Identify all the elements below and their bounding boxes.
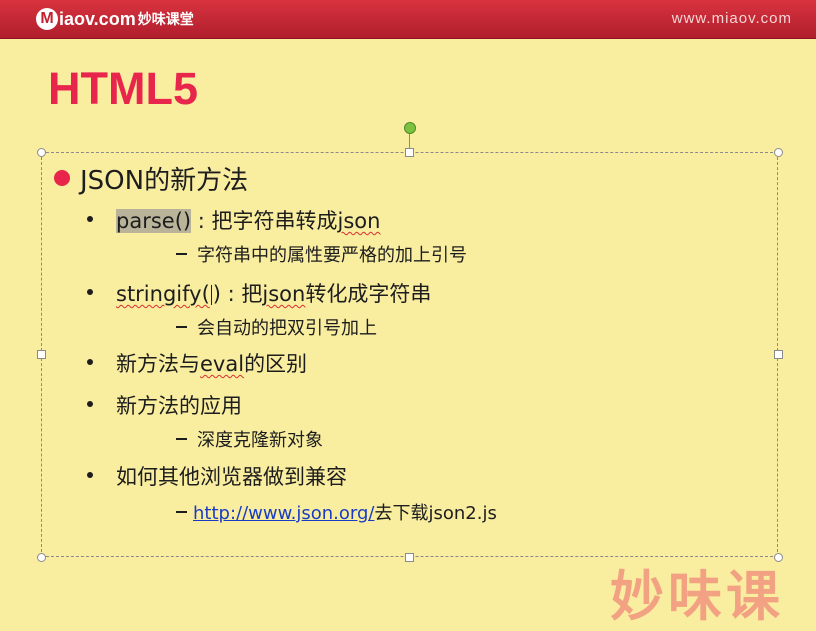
logo-text: iaov.com <box>59 8 136 29</box>
resize-handle-top-left[interactable] <box>37 148 46 157</box>
watermark: 妙味课 <box>610 565 784 628</box>
slide-heading: JSON的新方法 <box>80 166 249 196</box>
bullet-icon <box>87 401 93 407</box>
sub-item-stringify-note: 会自动的把双引号加上 <box>197 318 377 339</box>
bullet-icon <box>87 216 93 222</box>
text-caret <box>210 285 212 305</box>
bullet-icon <box>87 289 93 295</box>
sub-item-deep-clone: 深度克隆新对象 <box>197 430 323 451</box>
dash-icon <box>176 326 187 328</box>
resize-handle-bottom-left[interactable] <box>37 553 46 562</box>
rotate-handle[interactable] <box>404 122 416 134</box>
bullet-icon <box>87 472 93 478</box>
site-url: www.miaov.com <box>671 10 792 27</box>
logo-mark: M <box>36 8 58 30</box>
resize-handle-bottom[interactable] <box>405 553 414 562</box>
dash-icon <box>176 438 187 440</box>
json-org-link[interactable]: http://www.json.org/ <box>193 503 375 524</box>
dash-icon <box>176 511 187 513</box>
bullet-icon <box>87 359 93 365</box>
heading-bullet-icon <box>54 170 70 186</box>
list-item-parse: parse() : 把字符串转成json <box>116 209 381 233</box>
logo-chinese: 妙味课堂 <box>137 12 194 28</box>
sub-item-parse-note: 字符串中的属性要严格的加上引号 <box>197 245 467 266</box>
list-item-stringify: stringify() : 把json转化成字符串 <box>116 282 432 306</box>
slide-title: HTML5 <box>48 63 198 114</box>
resize-handle-top[interactable] <box>405 148 414 157</box>
dash-icon <box>176 253 187 255</box>
list-item-compatibility: 如何其他浏览器做到兼容 <box>116 465 347 489</box>
sub-item-json2-download: http://www.json.org/去下载json2.js <box>193 503 497 524</box>
resize-handle-top-right[interactable] <box>774 148 783 157</box>
miaov-logo: M iaov.com 妙味课堂 <box>36 7 194 31</box>
top-banner: M iaov.com 妙味课堂 www.miaov.com <box>0 0 816 39</box>
list-item-applications: 新方法的应用 <box>116 394 242 418</box>
list-item-eval: 新方法与eval的区别 <box>116 352 308 376</box>
resize-handle-right[interactable] <box>774 350 783 359</box>
resize-handle-left[interactable] <box>37 350 46 359</box>
